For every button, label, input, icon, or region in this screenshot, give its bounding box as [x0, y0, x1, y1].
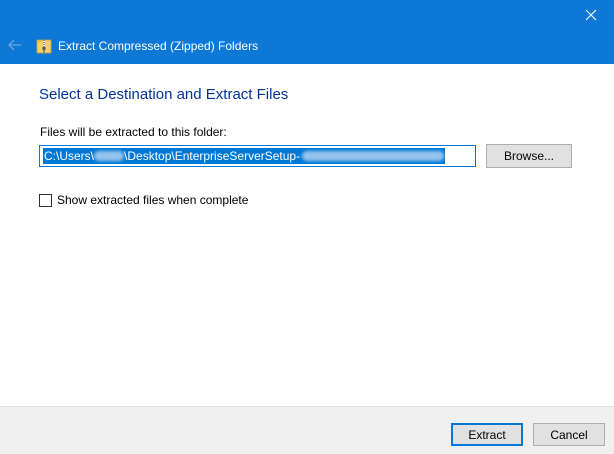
back-arrow-icon — [8, 39, 21, 51]
browse-button[interactable]: Browse... — [486, 144, 572, 168]
redacted-username — [94, 151, 125, 161]
title-bar: Extract Compressed (Zipped) Folders — [36, 36, 258, 56]
extract-button[interactable]: Extract — [451, 423, 523, 446]
show-files-option[interactable]: Show extracted files when complete — [39, 193, 248, 207]
dialog-header: Extract Compressed (Zipped) Folders — [0, 0, 614, 64]
redacted-version — [302, 151, 445, 161]
destination-label: Files will be extracted to this folder: — [40, 125, 227, 139]
cancel-button[interactable]: Cancel — [533, 423, 605, 446]
back-button[interactable] — [4, 34, 26, 56]
close-button[interactable] — [568, 0, 614, 30]
show-files-label: Show extracted files when complete — [57, 193, 249, 207]
close-icon — [585, 9, 597, 21]
show-files-checkbox[interactable] — [39, 193, 52, 207]
dialog-footer: Extract Cancel — [0, 406, 614, 454]
selected-path-text: C:\Users\ \Desktop\EnterpriseServerSetup… — [43, 148, 446, 164]
page-heading: Select a Destination and Extract Files — [39, 86, 289, 103]
path-prefix: C:\Users\ — [44, 149, 95, 163]
destination-path-input[interactable]: C:\Users\ \Desktop\EnterpriseServerSetup… — [39, 145, 476, 167]
zip-folder-icon — [36, 39, 52, 54]
extract-dialog: Extract Compressed (Zipped) Folders Sele… — [0, 0, 614, 454]
dialog-title: Extract Compressed (Zipped) Folders — [58, 39, 259, 53]
path-middle: \Desktop\EnterpriseServerSetup- — [124, 149, 301, 163]
